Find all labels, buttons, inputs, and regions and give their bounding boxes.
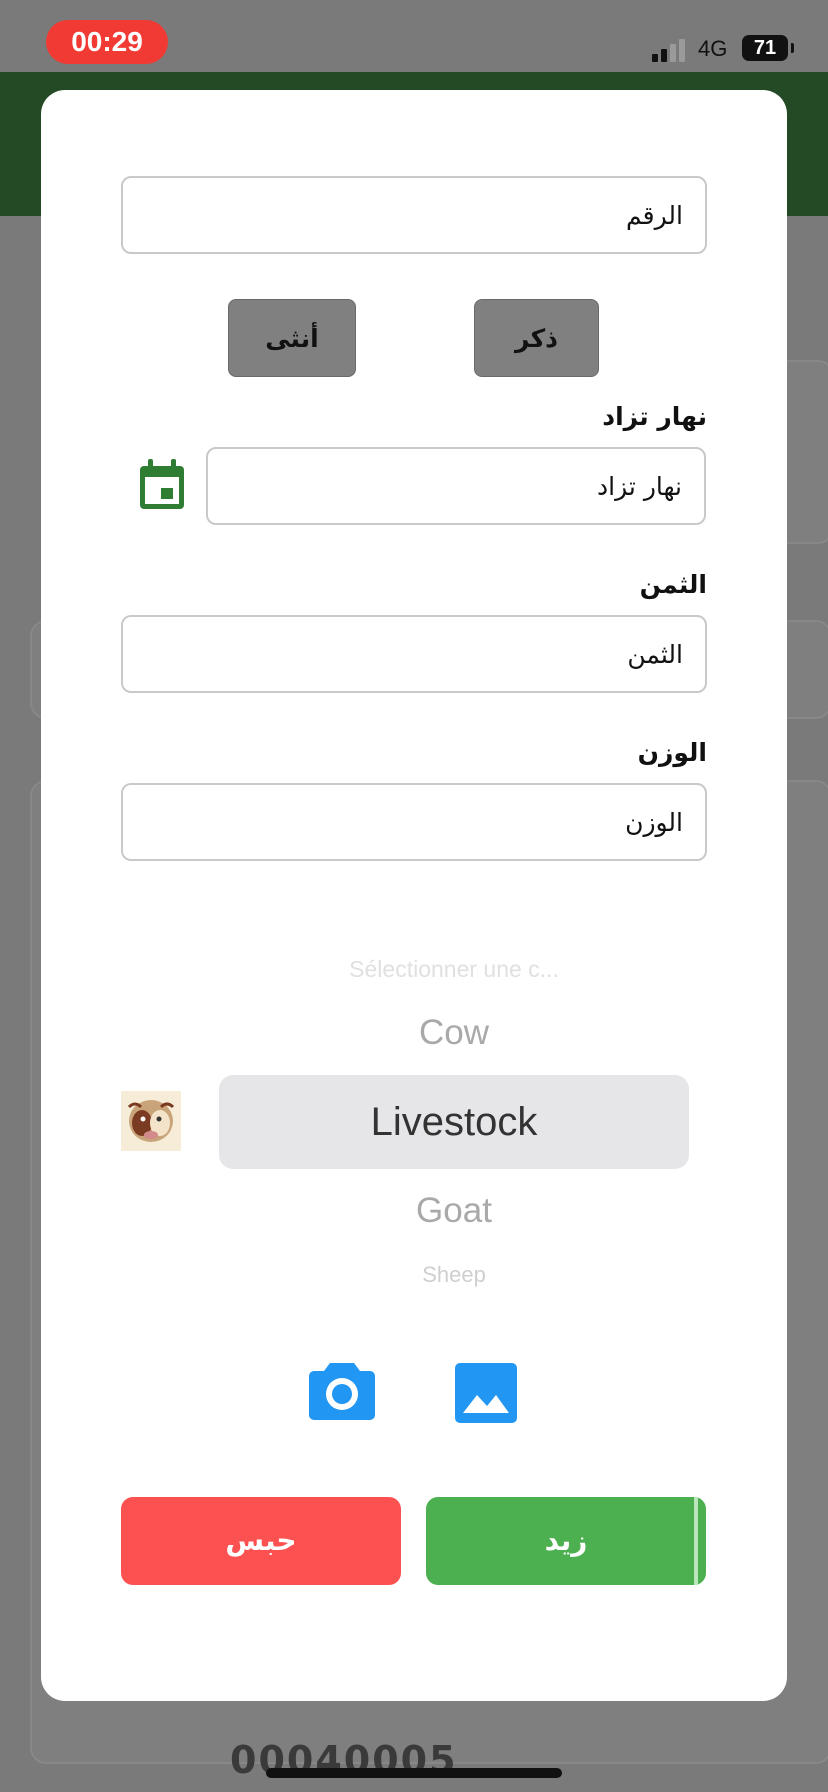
status-time: 00:29 — [46, 20, 168, 64]
battery-icon: 71 — [742, 35, 794, 61]
birth-date-input[interactable]: نهار تزاد — [206, 447, 706, 525]
background-title-fragment — [792, 250, 828, 290]
number-placeholder: الرقم — [626, 200, 683, 230]
gallery-icon[interactable] — [455, 1363, 517, 1423]
add-animal-modal: الرقم أنثى ذكر نهار تزاد نهار تزاد الثمن… — [41, 90, 787, 1701]
birth-date-label: نهار تزاد — [602, 402, 707, 431]
weight-placeholder: الوزن — [625, 807, 683, 837]
weight-input[interactable]: الوزن — [121, 783, 707, 861]
number-input[interactable]: الرقم — [121, 176, 707, 254]
female-button[interactable]: أنثى — [228, 299, 356, 377]
add-button[interactable]: زيد — [426, 1497, 706, 1585]
male-button[interactable]: ذكر — [474, 299, 599, 377]
weight-label: الوزن — [637, 738, 707, 767]
birth-date-placeholder: نهار تزاد — [597, 471, 682, 501]
camera-icon[interactable] — [308, 1359, 376, 1421]
network-type: 4G — [698, 36, 728, 61]
price-placeholder: الثمن — [627, 639, 683, 669]
calendar-icon[interactable] — [137, 459, 187, 511]
price-input[interactable]: الثمن — [121, 615, 707, 693]
picker-option[interactable]: Cow — [219, 1013, 689, 1053]
livestock-logo — [121, 1091, 181, 1151]
price-label: الثمن — [639, 570, 707, 599]
picker-option[interactable]: Goat — [219, 1191, 689, 1231]
home-indicator — [266, 1768, 562, 1778]
picker-option[interactable]: Sheep — [219, 1262, 689, 1288]
cancel-button[interactable]: حبس — [121, 1497, 401, 1585]
picker-selected-option[interactable]: Livestock — [219, 1075, 689, 1169]
signal-icon — [652, 38, 688, 62]
picker-option[interactable]: Sélectionner une c... — [219, 956, 689, 983]
